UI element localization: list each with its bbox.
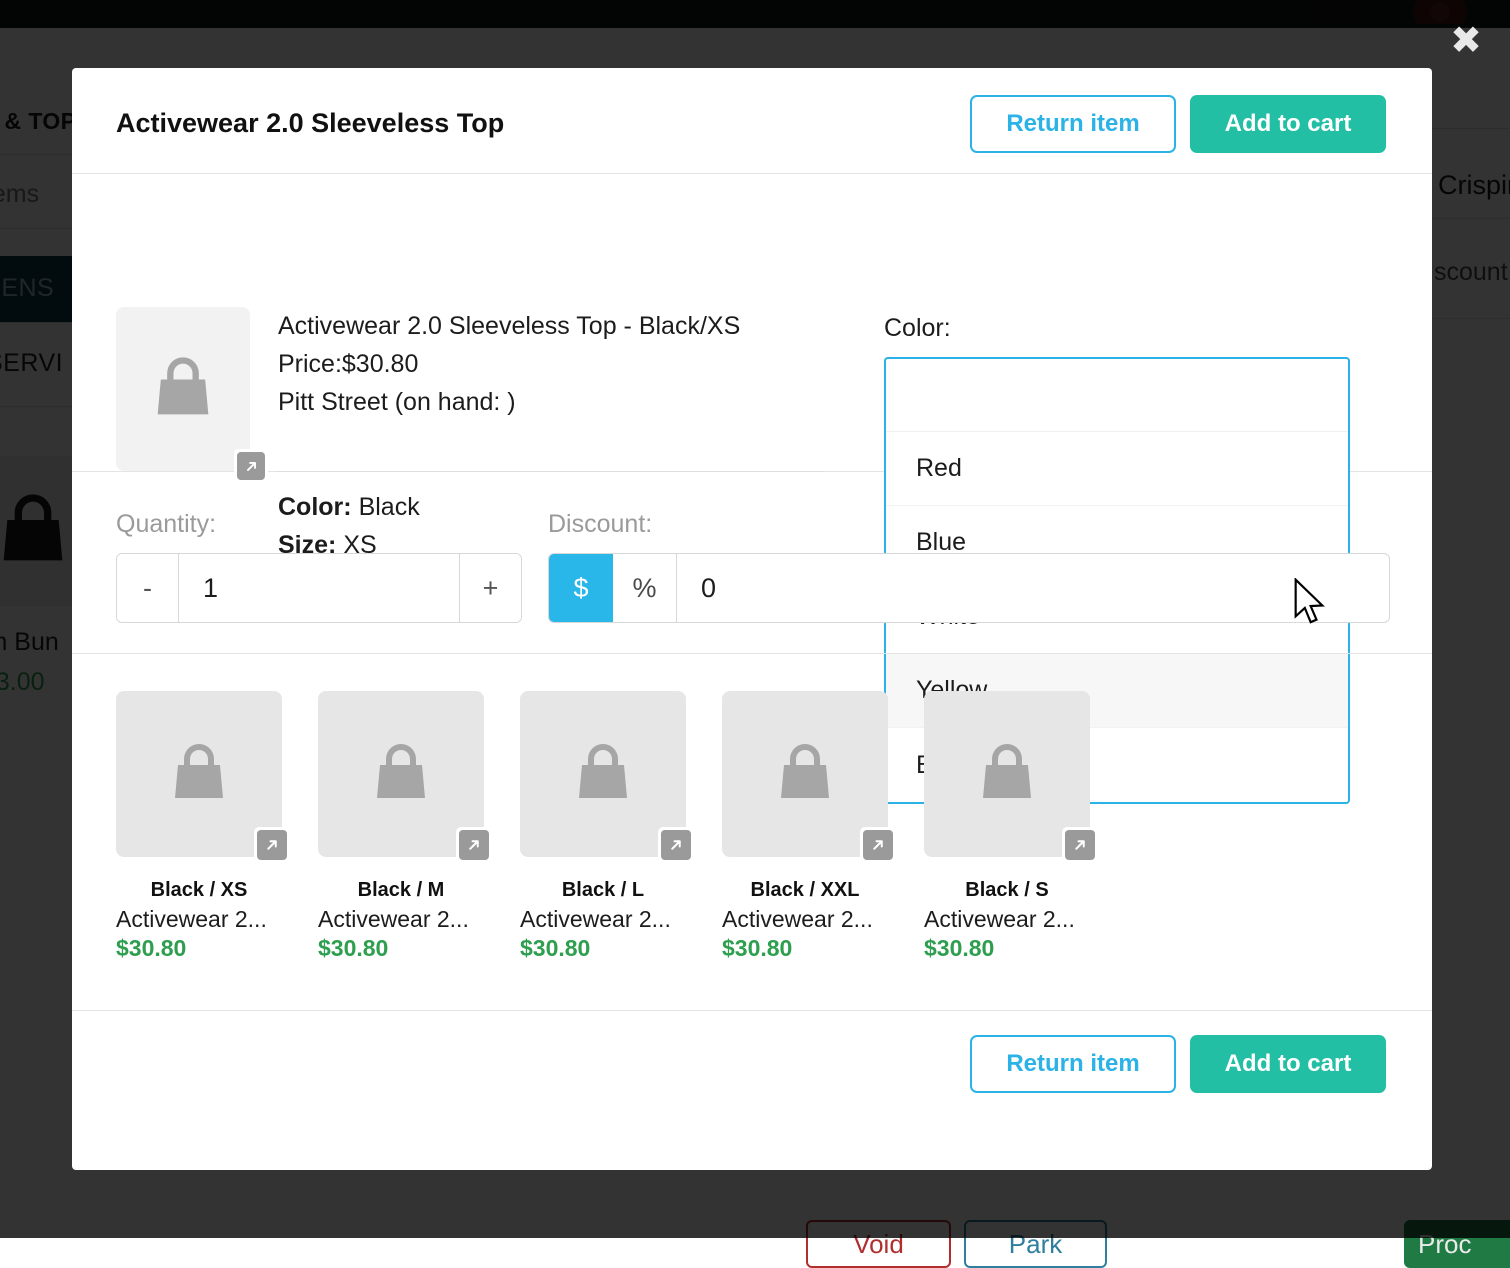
detail-line-title: Activewear 2.0 Sleeveless Top - Black/XS xyxy=(278,307,823,345)
variant-option: Black / S xyxy=(924,879,1090,902)
variant-price: $30.80 xyxy=(722,935,888,962)
variant-option: Black / XXL xyxy=(722,879,888,902)
expand-arrow-icon xyxy=(863,830,893,860)
variant-card[interactable]: Black / S Activewear 2... $30.80 xyxy=(924,691,1090,1010)
discount-input[interactable]: 0 xyxy=(677,554,1389,622)
variant-card[interactable]: Black / XS Activewear 2... $30.80 xyxy=(116,691,282,1010)
modal-header: Activewear 2.0 Sleeveless Top Return ite… xyxy=(72,68,1432,174)
quantity-discount-row: Quantity: - 1 + Discount: $ % 0 xyxy=(72,472,1432,654)
variant-thumbnail[interactable] xyxy=(924,691,1090,857)
variant-card[interactable]: Black / XXL Activewear 2... $30.80 xyxy=(722,691,888,1010)
variant-name: Activewear 2... xyxy=(924,906,1090,933)
shopping-bag-icon xyxy=(567,738,639,810)
discount-percent-toggle[interactable]: % xyxy=(613,554,677,622)
color-select-value[interactable] xyxy=(886,359,1348,431)
variant-name: Activewear 2... xyxy=(722,906,888,933)
detail-line-price: Price:$30.80 xyxy=(278,345,823,383)
variant-price: $30.80 xyxy=(520,935,686,962)
quantity-stepper: - 1 + xyxy=(116,553,522,623)
variant-option: Black / XS xyxy=(116,879,282,902)
shopping-bag-icon xyxy=(971,738,1043,810)
quantity-increment-button[interactable]: + xyxy=(459,554,521,622)
variant-name: Activewear 2... xyxy=(116,906,282,933)
page-title: Activewear 2.0 Sleeveless Top xyxy=(116,108,504,139)
discount-label: Discount: xyxy=(548,510,1390,539)
quantity-input[interactable]: 1 xyxy=(179,554,459,622)
shopping-bag-icon xyxy=(365,738,437,810)
detail-section: Activewear 2.0 Sleeveless Top - Black/XS… xyxy=(72,174,1432,472)
variant-price: $30.80 xyxy=(116,935,282,962)
discount-field: $ % 0 xyxy=(548,553,1390,623)
expand-arrow-icon xyxy=(661,830,691,860)
color-select-label: Color: xyxy=(884,314,1354,343)
expand-arrow-icon xyxy=(257,830,287,860)
expand-thumbnail-badge[interactable] xyxy=(456,827,492,863)
expand-thumbnail-badge[interactable] xyxy=(860,827,896,863)
return-item-button-header[interactable]: Return item xyxy=(970,95,1176,153)
variant-thumbnail[interactable] xyxy=(318,691,484,857)
header-actions: Return item Add to cart xyxy=(970,95,1386,153)
expand-thumbnail-badge[interactable] xyxy=(254,827,290,863)
variant-name: Activewear 2... xyxy=(318,906,484,933)
variant-price: $30.80 xyxy=(318,935,484,962)
variant-card[interactable]: Black / L Activewear 2... $30.80 xyxy=(520,691,686,1010)
add-to-cart-button-header[interactable]: Add to cart xyxy=(1190,95,1386,153)
expand-thumbnail-badge[interactable] xyxy=(1062,827,1098,863)
variant-thumbnail[interactable] xyxy=(520,691,686,857)
close-icon[interactable]: ✖ xyxy=(1448,24,1484,60)
variant-price: $30.80 xyxy=(924,935,1090,962)
expand-arrow-icon xyxy=(1065,830,1095,860)
variant-name: Activewear 2... xyxy=(520,906,686,933)
detail-line-stock: Pitt Street (on hand: ) xyxy=(278,383,823,421)
discount-currency-toggle[interactable]: $ xyxy=(549,554,613,622)
shopping-bag-icon xyxy=(163,738,235,810)
product-thumbnail[interactable] xyxy=(116,307,250,471)
product-detail-lines: Activewear 2.0 Sleeveless Top - Black/XS… xyxy=(278,307,823,421)
product-detail-modal: Activewear 2.0 Sleeveless Top Return ite… xyxy=(72,68,1432,1170)
variant-option: Black / M xyxy=(318,879,484,902)
variant-grid: Black / XS Activewear 2... $30.80 Black … xyxy=(72,654,1432,1011)
quantity-block: Quantity: - 1 + xyxy=(116,510,522,623)
expand-thumbnail-badge[interactable] xyxy=(658,827,694,863)
footer-actions: Return item Add to cart xyxy=(970,1035,1386,1093)
discount-block: Discount: $ % 0 xyxy=(548,510,1390,623)
quantity-label: Quantity: xyxy=(116,510,522,539)
return-item-button-footer[interactable]: Return item xyxy=(970,1035,1176,1093)
shopping-bag-icon xyxy=(769,738,841,810)
variant-card[interactable]: Black / M Activewear 2... $30.80 xyxy=(318,691,484,1010)
shopping-bag-icon xyxy=(145,351,221,427)
quantity-decrement-button[interactable]: - xyxy=(117,554,179,622)
expand-arrow-icon xyxy=(459,830,489,860)
modal-footer: Return item Add to cart xyxy=(72,1011,1432,1117)
variant-thumbnail[interactable] xyxy=(116,691,282,857)
variant-thumbnail[interactable] xyxy=(722,691,888,857)
add-to-cart-button-footer[interactable]: Add to cart xyxy=(1190,1035,1386,1093)
variant-option: Black / L xyxy=(520,879,686,902)
